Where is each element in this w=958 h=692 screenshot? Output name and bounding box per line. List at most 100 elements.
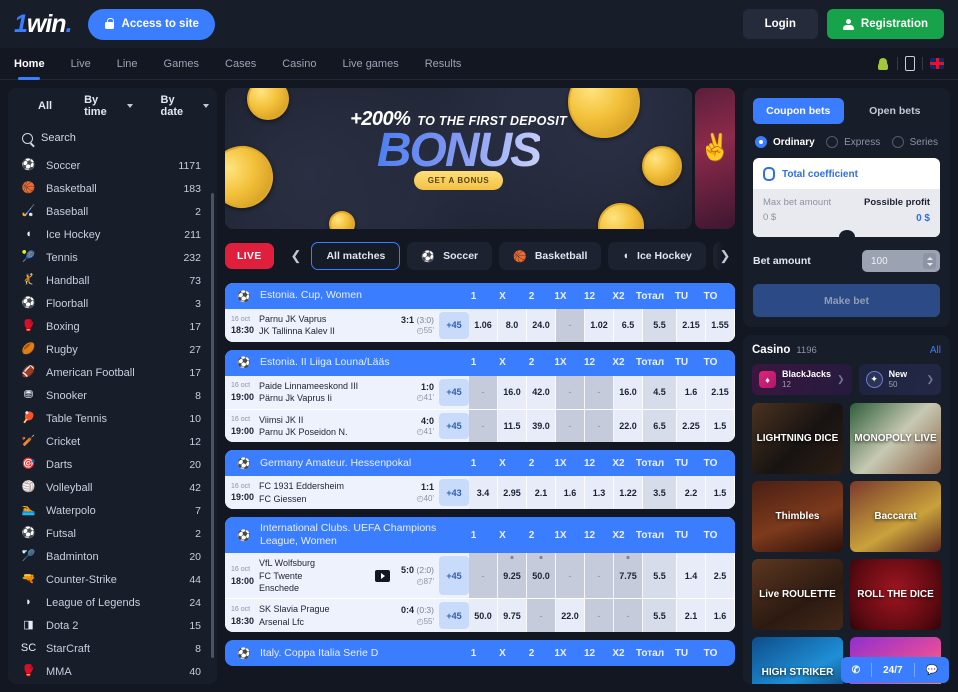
casino-game-card[interactable]: Baccarat — [850, 481, 941, 553]
sidebar-item-waterpolo[interactable]: 🏊 Waterpolo 7 — [8, 499, 217, 522]
odds-cell[interactable]: 1.6 — [706, 599, 735, 633]
odds-cell[interactable]: 24.0 — [527, 309, 556, 342]
bet-type-series[interactable]: Series — [891, 136, 938, 148]
odds-cell[interactable]: 6.5 — [614, 309, 643, 342]
nav-item-games[interactable]: Games — [164, 48, 199, 80]
sidebar-item-darts[interactable]: 🎯 Darts 20 — [8, 453, 217, 476]
odds-cell[interactable]: - — [585, 599, 614, 633]
more-markets-button[interactable]: +45 — [439, 602, 469, 630]
odds-cell[interactable]: - — [527, 599, 556, 633]
casino-all-link[interactable]: All — [930, 345, 941, 356]
odds-cell[interactable]: 22.0 — [556, 599, 585, 633]
table-row[interactable]: 16 oct 18:30 Parnu JK Vaprus JK Tallinna Ka… — [225, 309, 735, 342]
sidebar-item-tennis[interactable]: 🎾 Tennis 232 — [8, 246, 217, 269]
sidebar-item-handball[interactable]: 🤾 Handball 73 — [8, 269, 217, 292]
table-row[interactable]: 16 oct 18:00 VfL Wolfsburg FC Twente Ensched… — [225, 553, 735, 600]
uk-flag-icon[interactable] — [930, 58, 944, 69]
sidebar-filter-by-time[interactable]: By time — [84, 94, 133, 118]
sidebar-item-volleyball[interactable]: 🏐 Volleyball 42 — [8, 476, 217, 499]
odds-cell[interactable]: 1.22 — [614, 476, 643, 510]
league-header[interactable]: ⚽ International Clubs. UEFA Champions Lea… — [225, 517, 735, 554]
odds-cell[interactable]: 1.5 — [706, 409, 735, 443]
odds-cell[interactable]: 42.0 — [527, 375, 556, 409]
nav-item-line[interactable]: Line — [117, 48, 138, 80]
casino-category-blackjacks[interactable]: ♦ BlackJacks 12 ❯ — [752, 364, 852, 396]
odds-cell[interactable]: 9.25 — [498, 553, 527, 599]
sidebar-item-soccer[interactable]: ⚽ Soccer 1171 — [8, 154, 217, 177]
odds-cell[interactable]: 2.1 — [677, 599, 706, 633]
odds-cell[interactable]: 1.4 — [677, 553, 706, 599]
league-header[interactable]: ⚽ Estonia. II Liiga Louna/Lääs 1 X 2 1X 12 X2 То… — [225, 349, 735, 376]
more-markets-button[interactable]: +45 — [439, 378, 469, 406]
sidebar-item-starcraft[interactable]: ЅС StarCraft 8 — [8, 637, 217, 660]
sidebar-item-basketball[interactable]: 🏀 Basketball 183 — [8, 177, 217, 200]
sidebar-item-boxing[interactable]: 🥊 Boxing 17 — [8, 315, 217, 338]
odds-cell[interactable]: 22.0 — [614, 409, 643, 443]
support-hours-label[interactable]: 24/7 — [872, 657, 913, 683]
login-button[interactable]: Login — [742, 9, 818, 39]
odds-cell[interactable]: - — [614, 599, 643, 633]
table-row[interactable]: 16 oct 19:00 Paide Linnameeskond III Pärnu … — [225, 375, 735, 410]
more-markets-button[interactable]: +43 — [439, 479, 469, 507]
odds-cell[interactable]: 3.5 — [643, 476, 677, 510]
sidebar-scrollbar[interactable] — [211, 193, 214, 658]
tab-coupon-bets[interactable]: Coupon bets — [753, 98, 844, 124]
access-to-site-button[interactable]: Access to site — [87, 8, 215, 40]
quantity-stepper[interactable] — [923, 253, 936, 270]
tab-open-bets[interactable]: Open bets — [850, 98, 941, 124]
make-bet-button[interactable]: Make bet — [753, 284, 940, 318]
sidebar-item-table-tennis[interactable]: 🏓 Table Tennis 10 — [8, 407, 217, 430]
odds-cell[interactable]: 7.75 — [614, 553, 643, 599]
sidebar-item-futsal[interactable]: ⚽ Futsal 2 — [8, 522, 217, 545]
sidebar-item-counter-strike[interactable]: 🔫 Counter-Strike 44 — [8, 568, 217, 591]
odds-cell[interactable]: 2.15 — [677, 309, 706, 342]
league-header[interactable]: ⚽ Estonia. Cup, Women 1 X 2 1X 12 X2 Тотал TU TO — [225, 283, 735, 309]
odds-cell[interactable]: 2.25 — [677, 409, 706, 443]
casino-game-card[interactable]: HIGH STRIKER — [752, 637, 843, 684]
odds-cell[interactable]: 1.3 — [585, 476, 614, 510]
sidebar-item-snooker[interactable]: ⛃ Snooker 8 — [8, 384, 217, 407]
sidebar-item-ice-hockey[interactable]: ◖ Ice Hockey 211 — [8, 223, 217, 246]
sidebar-item-rugby[interactable]: 🏉 Rugby 27 — [8, 338, 217, 361]
odds-cell[interactable]: 50.0 — [469, 599, 498, 633]
chat-bubble-icon[interactable]: 💬 — [915, 657, 949, 683]
odds-cell[interactable]: - — [556, 309, 585, 342]
live-chip-soccer[interactable]: ⚽ Soccer — [407, 242, 493, 270]
chevron-left-icon[interactable]: ❮ — [288, 248, 305, 264]
odds-cell[interactable]: - — [556, 553, 585, 599]
sidebar-item-dota-2[interactable]: ◨ Dota 2 15 — [8, 614, 217, 637]
get-a-bonus-button[interactable]: GET A BONUS — [413, 171, 504, 191]
odds-cell[interactable]: - — [469, 553, 498, 599]
casino-game-card[interactable]: Live ROULETTE — [752, 559, 843, 631]
table-row[interactable]: 16 oct 18:30 SK Slavia Prague Arsenal Lfc 0:… — [225, 599, 735, 633]
live-chip-basketball[interactable]: 🏀 Basketball — [499, 242, 602, 270]
nav-item-home[interactable]: Home — [14, 48, 45, 80]
nav-item-live-games[interactable]: Live games — [342, 48, 398, 80]
odds-cell[interactable]: 6.5 — [643, 409, 677, 443]
bet-amount-input[interactable]: 100 — [862, 250, 940, 273]
sidebar-item-badminton[interactable]: 🏸 Badminton 20 — [8, 545, 217, 568]
table-row[interactable]: 16 oct 19:00 Viimsi JK II Parnu JK Poseidon… — [225, 409, 735, 443]
odds-cell[interactable]: - — [585, 375, 614, 409]
sidebar-item-mma[interactable]: 🥊 MMA 40 — [8, 660, 217, 683]
odds-cell[interactable]: 11.5 — [498, 409, 527, 443]
odds-cell[interactable]: - — [469, 409, 498, 443]
odds-cell[interactable]: 1.02 — [585, 309, 614, 342]
sidebar-item-cricket[interactable]: 🏏 Cricket 12 — [8, 430, 217, 453]
nav-item-casino[interactable]: Casino — [282, 48, 316, 80]
odds-cell[interactable]: 5.5 — [643, 599, 677, 633]
odds-cell[interactable]: 2.95 — [498, 476, 527, 510]
odds-cell[interactable]: 16.0 — [498, 375, 527, 409]
sidebar-item-league-of-legends[interactable]: ◗ League of Legends 24 — [8, 591, 217, 614]
odds-cell[interactable]: 1.5 — [706, 476, 735, 510]
mobile-phone-icon[interactable] — [905, 56, 915, 71]
odds-cell[interactable]: 1.55 — [706, 309, 735, 342]
odds-cell[interactable]: 1.6 — [556, 476, 585, 510]
more-markets-button[interactable]: +45 — [439, 312, 469, 339]
nav-item-live[interactable]: Live — [71, 48, 91, 80]
casino-game-card[interactable]: MONOPOLY LIVE — [850, 403, 941, 475]
odds-cell[interactable]: 39.0 — [527, 409, 556, 443]
table-row[interactable]: 16 oct 19:00 FC 1931 Eddersheim FC Giessen 1… — [225, 476, 735, 510]
casino-game-card[interactable]: ROLL THE DICE — [850, 559, 941, 631]
nav-item-cases[interactable]: Cases — [225, 48, 256, 80]
